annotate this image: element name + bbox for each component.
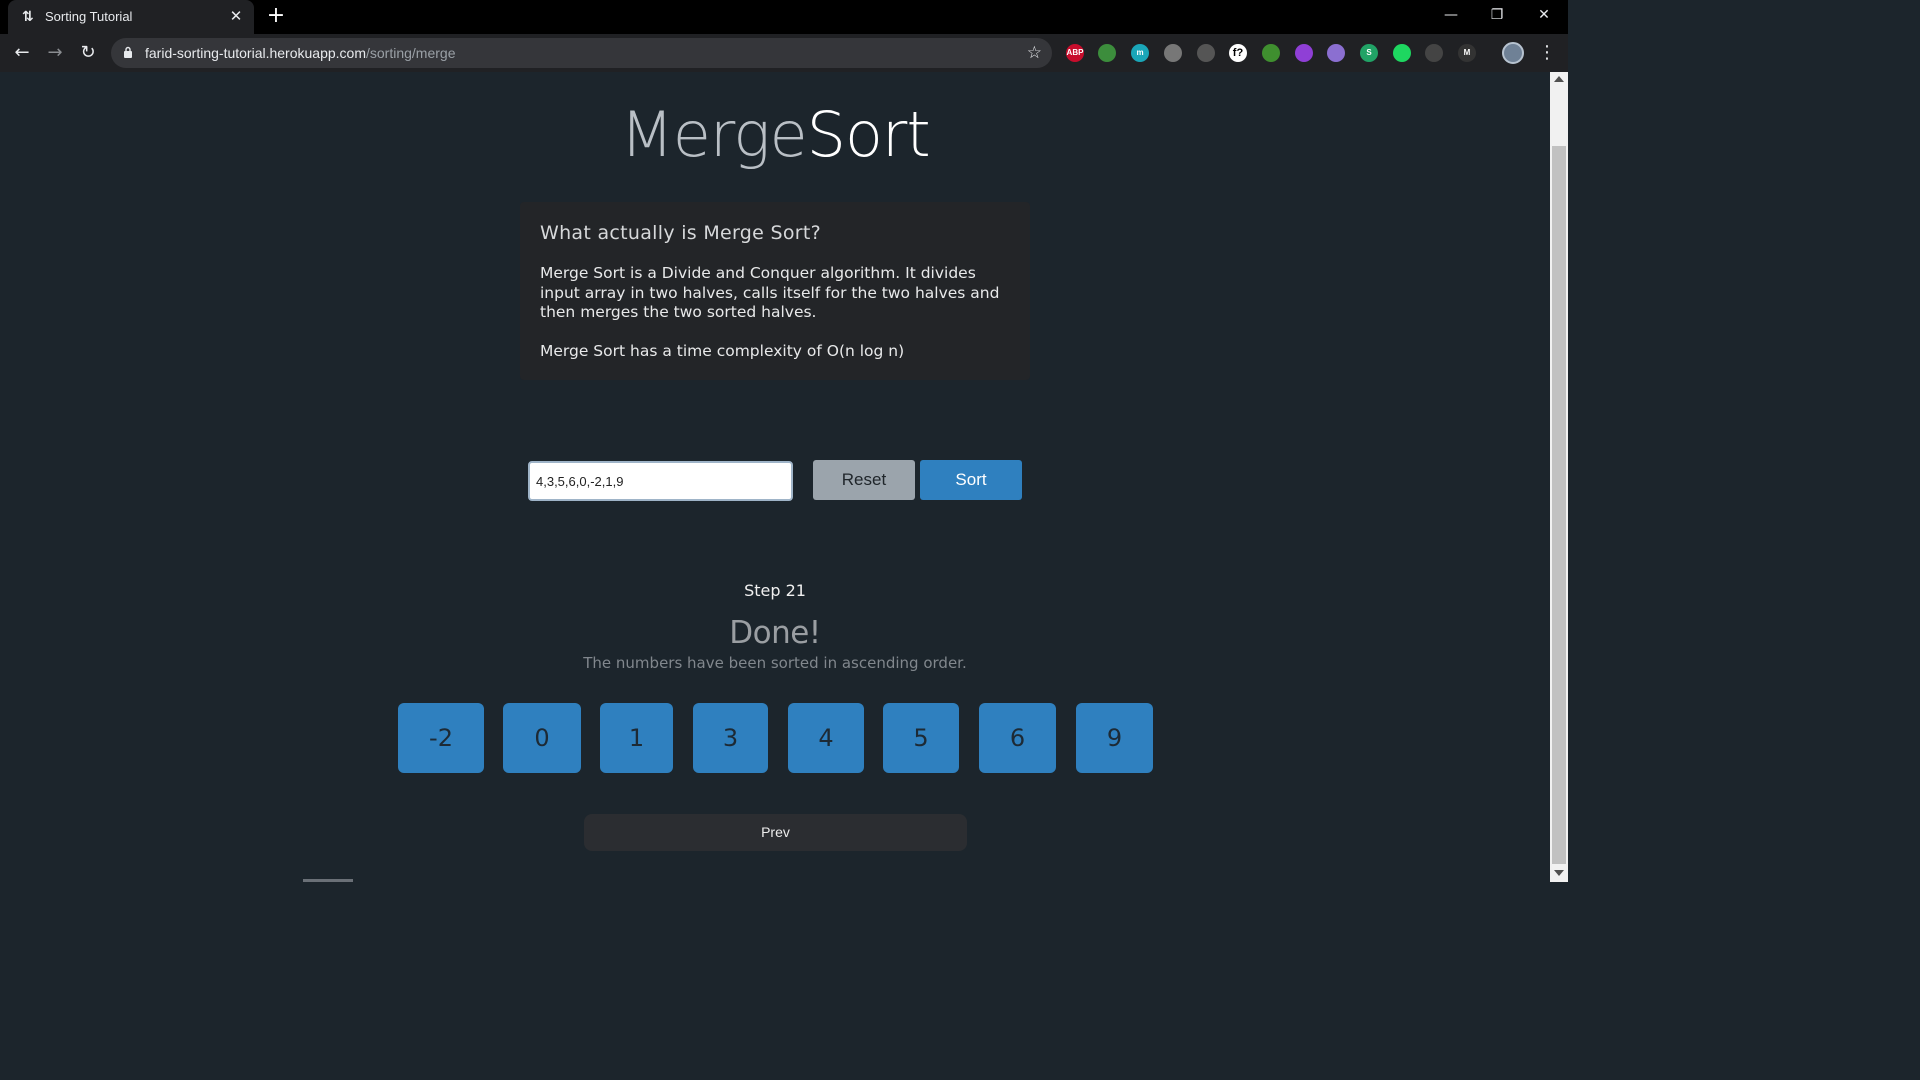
url-path: /sorting/merge <box>366 45 456 61</box>
done-subtitle: The numbers have been sorted in ascendin… <box>583 654 967 672</box>
scroll-up-arrow-icon[interactable] <box>1554 76 1564 82</box>
reset-button[interactable]: Reset <box>813 460 915 500</box>
title-part-sort: Sort <box>806 98 931 171</box>
browser-toolbar: ← → ↻ farid-sorting-tutorial.herokuapp.c… <box>0 34 1568 72</box>
number-box: 9 <box>1076 703 1153 773</box>
info-heading: What actually is Merge Sort? <box>540 222 822 244</box>
menu-dots-icon[interactable]: ⋮ <box>1538 42 1556 64</box>
info-paragraph-complexity: Merge Sort has a time complexity of O(n … <box>540 341 905 360</box>
address-bar[interactable]: farid-sorting-tutorial.herokuapp.com/sor… <box>111 38 1052 68</box>
adblock-plus-icon[interactable]: ABP <box>1066 44 1084 62</box>
number-box: 0 <box>503 703 581 773</box>
m-extension-icon[interactable]: m <box>1131 44 1149 62</box>
pdf-extension-icon[interactable] <box>1327 44 1345 62</box>
back-icon[interactable]: ← <box>10 41 34 65</box>
green-extension-icon[interactable] <box>1393 44 1411 62</box>
title-part-merge: Merge <box>620 98 807 171</box>
url-host: farid-sorting-tutorial.herokuapp.com <box>145 45 366 61</box>
info-paragraph-description: Merge Sort is a Divide and Conquer algor… <box>540 264 1000 321</box>
grey-extension-icon[interactable] <box>1164 44 1182 62</box>
bookmark-star-icon[interactable]: ☆ <box>1027 42 1042 64</box>
url-text: farid-sorting-tutorial.herokuapp.com/sor… <box>145 45 455 61</box>
window-close-icon[interactable]: ✕ <box>1530 4 1558 26</box>
vertical-scrollbar[interactable] <box>1550 72 1568 882</box>
purple-extension-icon[interactable] <box>1295 44 1313 62</box>
browser-tab[interactable]: ⇅ Sorting Tutorial ✕ <box>8 0 254 34</box>
sort-arrows-icon: ⇅ <box>22 9 34 25</box>
scroll-down-arrow-icon[interactable] <box>1554 870 1564 876</box>
number-box: 1 <box>600 703 673 773</box>
pen-extension-icon[interactable] <box>1197 44 1215 62</box>
m-dark-extension-icon[interactable]: M <box>1458 44 1476 62</box>
new-tab-button[interactable]: + <box>265 5 287 27</box>
lock-icon <box>124 46 132 58</box>
done-title: Done! <box>729 615 821 651</box>
number-box: 5 <box>883 703 959 773</box>
sort-button[interactable]: Sort <box>920 460 1022 500</box>
prev-button[interactable]: Prev <box>584 814 967 851</box>
info-card: What actually is Merge Sort? Merge Sort … <box>520 202 1030 380</box>
profile-avatar[interactable] <box>1502 42 1524 64</box>
number-box: 3 <box>693 703 768 773</box>
number-box: 4 <box>788 703 864 773</box>
f-extension-icon[interactable]: f? <box>1229 44 1247 62</box>
minimize-icon[interactable]: — <box>1437 4 1465 26</box>
number-box: -2 <box>398 703 484 773</box>
close-tab-icon[interactable]: ✕ <box>228 8 244 24</box>
restore-icon[interactable]: ❐ <box>1483 4 1511 26</box>
tree-extension-icon[interactable] <box>1262 44 1280 62</box>
grid-extension-icon[interactable] <box>1425 44 1443 62</box>
step-counter: Step 21 <box>744 581 806 600</box>
array-input[interactable] <box>528 461 793 501</box>
tab-title: Sorting Tutorial <box>45 9 133 24</box>
page-title: MergeSort <box>0 98 1550 171</box>
page-viewport: MergeSort What actually is Merge Sort? M… <box>0 72 1550 882</box>
scrollbar-thumb[interactable] <box>1552 146 1566 864</box>
colorful-extension-icon[interactable] <box>1098 44 1116 62</box>
number-box: 6 <box>979 703 1056 773</box>
forward-icon[interactable]: → <box>43 41 67 65</box>
browser-tab-bar: ⇅ Sorting Tutorial ✕ + — ❐ ✕ <box>0 0 1568 34</box>
reload-icon[interactable]: ↻ <box>76 41 100 65</box>
s-extension-icon[interactable]: S <box>1360 44 1378 62</box>
horizontal-scroll-indicator <box>303 879 353 882</box>
